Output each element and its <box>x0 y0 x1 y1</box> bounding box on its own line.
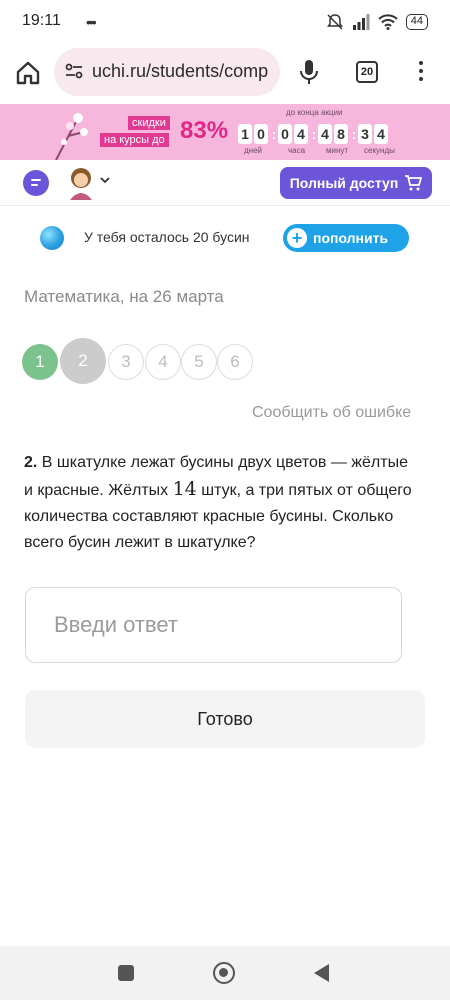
avatar[interactable] <box>66 166 96 200</box>
promo-banner[interactable]: скидки на курсы до 83% до конца акции 1 … <box>0 104 450 160</box>
step-1[interactable]: 1 <box>22 344 58 380</box>
status-bar: 19:11 ••• 44 <box>0 0 450 44</box>
blossom-branch-icon <box>55 113 88 160</box>
wifi-icon <box>378 14 398 30</box>
chat-icon[interactable] <box>23 170 49 196</box>
step-6[interactable]: 6 <box>217 344 253 380</box>
system-navigation-bar <box>0 946 450 1000</box>
site-settings-icon[interactable] <box>64 61 84 81</box>
step-5[interactable]: 5 <box>181 344 217 380</box>
battery-indicator: 44 <box>405 14 428 30</box>
plus-icon: + <box>287 228 307 248</box>
full-access-label: Полный доступ <box>289 175 399 191</box>
full-access-button[interactable]: Полный доступ <box>280 167 432 199</box>
microphone-icon[interactable] <box>298 58 320 86</box>
url-text: uchi.ru/students/comp <box>92 61 269 81</box>
promo-tag-line2: на курсы до <box>100 133 169 147</box>
countdown-timer: 1 0 : 0 4 : 4 8 : 3 4 <box>238 124 390 144</box>
status-icons: 44 <box>326 12 428 32</box>
timer-digit: 4 <box>294 124 308 144</box>
home-button-icon[interactable] <box>213 962 235 984</box>
timer-digit: 4 <box>318 124 332 144</box>
promo-percent: 83% <box>180 117 229 144</box>
promo-tag-line1: скидки <box>128 116 170 130</box>
refill-label: пополнить <box>313 230 389 246</box>
timer-label-hours: часа <box>288 146 306 155</box>
beads-balance-text: У тебя осталось 20 бусин <box>84 229 250 245</box>
overflow-menu-icon[interactable] <box>414 58 428 86</box>
silent-bell-icon <box>326 14 343 30</box>
timer-label-minutes: минут <box>326 146 349 155</box>
timer-digit: 3 <box>358 124 372 144</box>
status-time: 19:11 <box>22 12 61 29</box>
tabs-counter-button[interactable]: 20 <box>356 61 378 83</box>
question-number: 2. <box>24 454 38 471</box>
recent-apps-icon[interactable] <box>118 965 134 981</box>
timer-label-days: дней <box>244 146 263 155</box>
more-notifications-icon: ••• <box>86 14 97 30</box>
home-icon[interactable] <box>15 60 41 86</box>
lesson-subject-title: Математика, на 26 марта <box>24 287 224 306</box>
timer-label-seconds: секунды <box>364 146 395 155</box>
step-2[interactable]: 2 <box>60 338 106 384</box>
step-4[interactable]: 4 <box>145 344 181 380</box>
refill-beads-button[interactable]: + пополнить <box>283 224 409 252</box>
report-error-link[interactable]: Сообщить об ошибке <box>252 404 411 422</box>
answer-input[interactable] <box>25 587 402 663</box>
submit-button[interactable]: Готово <box>25 690 425 748</box>
cart-icon <box>405 175 423 191</box>
question-number-value: 14 <box>172 478 197 500</box>
timer-digit: 8 <box>334 124 348 144</box>
timer-digit: 1 <box>238 124 252 144</box>
chevron-down-icon[interactable] <box>100 176 110 184</box>
step-3[interactable]: 3 <box>108 344 144 380</box>
app-header: Полный доступ <box>0 160 450 206</box>
address-bar[interactable]: uchi.ru/students/comp <box>54 48 280 96</box>
question-text: 2. В шкатулке лежат бусины двух цветов —… <box>24 450 414 556</box>
timer-digit: 0 <box>254 124 268 144</box>
browser-toolbar: uchi.ru/students/comp 20 <box>0 44 450 104</box>
bead-icon <box>40 226 64 250</box>
signal-icon <box>352 14 370 30</box>
timer-digit: 0 <box>278 124 292 144</box>
timer-digit: 4 <box>374 124 388 144</box>
back-icon[interactable] <box>314 964 329 982</box>
promo-deadline-label: до конца акции <box>286 108 343 117</box>
